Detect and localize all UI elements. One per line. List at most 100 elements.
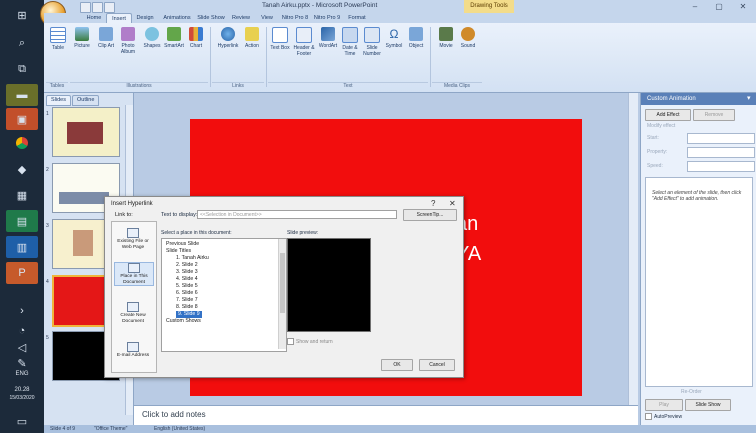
tree-scroll-thumb[interactable]: [280, 253, 285, 313]
start-select[interactable]: [687, 133, 755, 144]
app-icon-4[interactable]: ▦: [6, 184, 38, 206]
language-indicator[interactable]: ENG: [0, 370, 44, 378]
sound-button[interactable]: Sound: [458, 27, 478, 49]
clip-art-button[interactable]: Clip Art: [96, 27, 116, 49]
property-select[interactable]: [687, 147, 755, 158]
link-place-in-document[interactable]: Place in This Document: [114, 262, 154, 286]
help-icon[interactable]: ?: [431, 199, 435, 208]
tab-nitro-pro-8[interactable]: Nitro Pro 8: [280, 13, 310, 23]
place-tree[interactable]: Previous Slide Slide Titles 1. Tanah Air…: [161, 238, 287, 352]
shapes-button[interactable]: Shapes: [142, 27, 162, 49]
close-icon[interactable]: ✕: [732, 1, 754, 12]
object-button[interactable]: Object: [406, 27, 426, 49]
app-icon-5[interactable]: ▤: [6, 210, 38, 232]
add-effect-button[interactable]: Add Effect: [645, 109, 691, 121]
autopreview-checkbox[interactable]: AutoPreview: [645, 413, 682, 420]
thumb-number: 5: [46, 335, 49, 341]
tab-animations[interactable]: Animations: [160, 13, 194, 23]
undo-icon[interactable]: [92, 2, 103, 13]
tree-item[interactable]: Slide Titles: [166, 248, 191, 255]
omega-icon: Ω: [389, 27, 399, 41]
text-box-button[interactable]: Text Box: [270, 27, 290, 51]
movie-button[interactable]: Movie: [436, 27, 456, 49]
smartart-icon: [167, 27, 181, 41]
language-status[interactable]: English (United States): [154, 425, 205, 433]
date-time-button[interactable]: Date & Time: [340, 27, 360, 57]
link-existing-file[interactable]: Existing File or Web Page: [114, 228, 152, 250]
tab-nitro-pro-9[interactable]: Nitro Pro 9: [312, 13, 342, 23]
pane-menu-icon[interactable]: ▾: [747, 93, 751, 105]
header-footer-button[interactable]: Header & Footer: [292, 27, 316, 57]
ok-button[interactable]: OK: [381, 359, 413, 371]
play-button[interactable]: Play: [645, 399, 683, 411]
tree-item[interactable]: Previous Slide: [166, 241, 199, 248]
tree-item[interactable]: 8. Slide 8: [176, 304, 198, 311]
speed-select[interactable]: [687, 161, 755, 172]
link-create-new-document[interactable]: Create New Document: [114, 302, 152, 324]
symbol-button[interactable]: Ω Symbol: [384, 27, 404, 49]
slide-number-button[interactable]: Slide Number: [362, 27, 382, 57]
app-icon-2[interactable]: ▣: [6, 108, 38, 130]
chrome-icon[interactable]: [6, 132, 38, 154]
tree-item[interactable]: 2. Slide 2: [176, 262, 198, 269]
tab-outline[interactable]: Outline: [72, 95, 100, 106]
tab-slide-show[interactable]: Slide Show: [196, 13, 226, 23]
app-icon-1[interactable]: ▬: [6, 84, 38, 106]
tree-item-selected[interactable]: 9. Slide 9: [176, 311, 202, 318]
text-to-display-input[interactable]: <<Selection in Document>>: [197, 210, 397, 219]
link-email-address[interactable]: E-mail Address: [114, 342, 152, 359]
chart-button[interactable]: Chart: [186, 27, 206, 49]
group-separator: [430, 27, 431, 87]
picture-button[interactable]: Picture: [72, 27, 92, 49]
tree-item[interactable]: 6. Slide 6: [176, 290, 198, 297]
table-button[interactable]: Table: [48, 27, 68, 51]
maximize-icon[interactable]: ▢: [708, 1, 730, 12]
show-hidden-icons[interactable]: ›: [6, 300, 38, 322]
animation-list[interactable]: Select an element of the slide, then cli…: [645, 177, 753, 387]
wordart-button[interactable]: WordArt: [318, 27, 338, 49]
slide-show-button[interactable]: Slide Show: [685, 399, 731, 411]
clock-time[interactable]: 20.28: [0, 386, 44, 394]
save-icon[interactable]: [80, 2, 91, 13]
start-icon[interactable]: ⊞: [6, 4, 38, 26]
search-icon[interactable]: ⌕: [6, 32, 38, 54]
insert-hyperlink-dialog: Insert Hyperlink ? ✕ Link to: Existing F…: [104, 196, 464, 378]
clock-date[interactable]: 15/03/2020: [0, 394, 44, 402]
notification-icon[interactable]: ▭: [6, 410, 38, 432]
photo-album-button[interactable]: Photo Album: [118, 27, 138, 55]
tree-item[interactable]: Custom Shows: [166, 318, 201, 325]
app-icon-3[interactable]: ◆: [6, 158, 38, 180]
tab-home[interactable]: Home: [82, 13, 106, 23]
slide-thumbnail-1[interactable]: [52, 107, 120, 157]
speed-label: Speed:: [647, 163, 663, 169]
hyperlink-button[interactable]: Hyperlink: [214, 27, 242, 49]
show-and-return-checkbox[interactable]: Show and return: [287, 338, 333, 345]
link-to-panel: Existing File or Web Page Place in This …: [111, 221, 157, 373]
remove-button[interactable]: Remove: [693, 109, 735, 121]
action-icon: [245, 27, 259, 41]
task-view-icon[interactable]: ⧉: [6, 58, 38, 80]
tree-item[interactable]: 5. Slide 5: [176, 283, 198, 290]
notes-placeholder[interactable]: Click to add notes: [142, 410, 206, 419]
redo-icon[interactable]: [104, 2, 115, 13]
editor-scrollbar[interactable]: [628, 93, 638, 405]
screentip-button[interactable]: ScreenTip...: [403, 209, 457, 221]
notes-pane[interactable]: Click to add notes: [134, 405, 638, 425]
tree-scrollbar[interactable]: [278, 239, 286, 349]
tab-design[interactable]: Design: [132, 13, 158, 23]
tree-item[interactable]: 1. Tanah Airku: [176, 255, 209, 262]
tree-item[interactable]: 4. Slide 4: [176, 276, 198, 283]
close-icon[interactable]: ✕: [449, 199, 456, 208]
tree-item[interactable]: 3. Slide 3: [176, 269, 198, 276]
tab-format[interactable]: Format: [344, 13, 370, 23]
action-button[interactable]: Action: [242, 27, 262, 49]
tab-view[interactable]: View: [256, 13, 278, 23]
minimize-icon[interactable]: –: [684, 1, 706, 12]
smartart-button[interactable]: SmartArt: [164, 27, 184, 49]
tree-item[interactable]: 7. Slide 7: [176, 297, 198, 304]
app-icon-6[interactable]: ▥: [6, 236, 38, 258]
tab-review[interactable]: Review: [228, 13, 254, 23]
cancel-button[interactable]: Cancel: [419, 359, 455, 371]
tab-slides[interactable]: Slides: [46, 95, 71, 106]
powerpoint-taskbar-icon[interactable]: P: [6, 262, 38, 284]
